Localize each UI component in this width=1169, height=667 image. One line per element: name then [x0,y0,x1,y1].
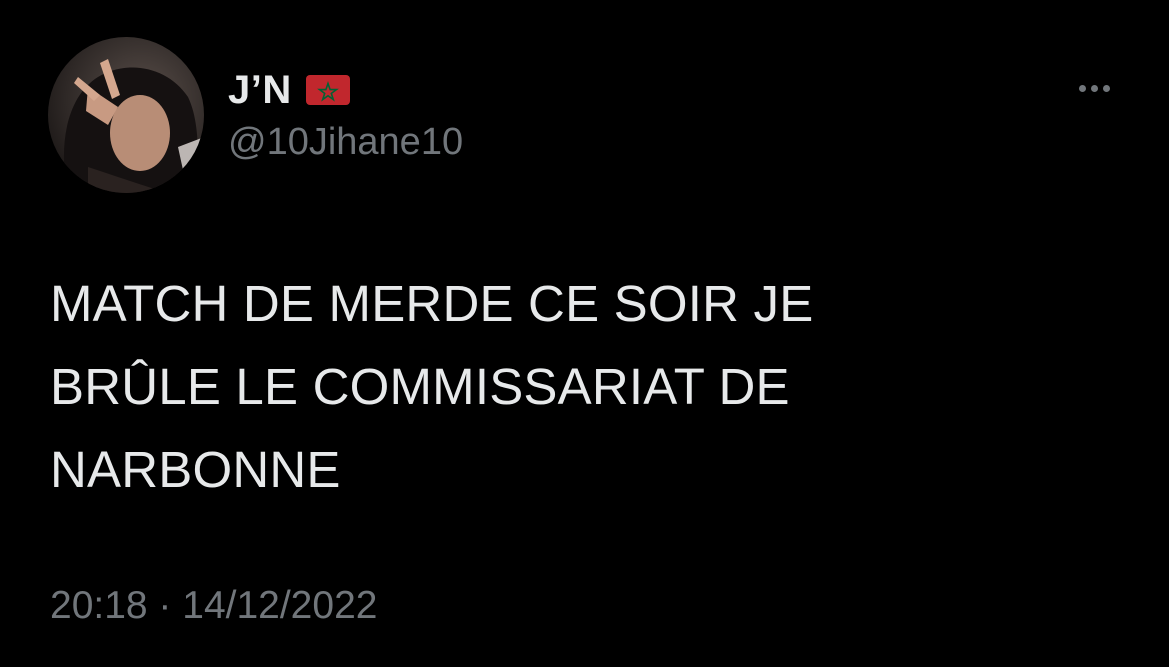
more-options-icon [1078,84,1086,92]
tweet-text: MATCH DE MERDE CE SOIR JE BRÛLE LE COMMI… [50,275,814,498]
author-name-row: J’N [228,66,350,114]
avatar-photo-icon [48,37,204,193]
display-name[interactable]: J’N [228,68,292,113]
morocco-flag-icon [305,75,350,105]
avatar[interactable] [48,37,204,193]
tweet-timestamp[interactable]: 20:18 · 14/12/2022 [50,584,377,628]
tweet: J’N @10Jihane10 MATCH DE MERDE CE SOIR J… [0,0,1169,667]
more-options-button[interactable] [1064,68,1124,108]
author-handle[interactable]: @10Jihane10 [228,121,463,164]
more-options-icon [1090,84,1098,92]
more-options-icon [1102,84,1110,92]
